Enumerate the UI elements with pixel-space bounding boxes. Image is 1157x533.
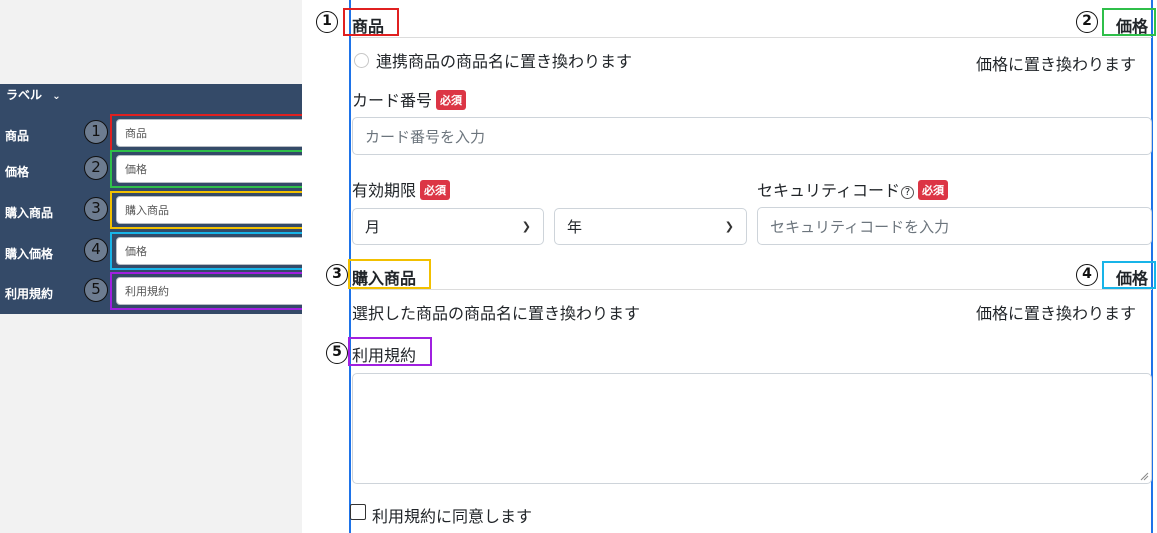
- agree-checkbox[interactable]: [350, 504, 366, 520]
- panel-row-label: 購入商品: [5, 206, 54, 220]
- product-label-input[interactable]: [116, 119, 316, 147]
- purchase-price-description: 価格に置き換わります: [976, 304, 1137, 323]
- marker-3-icon: 3: [326, 264, 348, 286]
- panel-row-terms: 利用規約 5: [0, 272, 322, 312]
- security-label-row: セキュリティコード? 必須: [757, 177, 949, 201]
- required-badge: 必須: [420, 180, 451, 200]
- security-code-placeholder: セキュリティコードを入力: [770, 217, 950, 236]
- required-badge: 必須: [436, 90, 467, 110]
- product-description: 連携商品の商品名に置き換わります: [376, 52, 633, 71]
- panel-row-purchase-price: 購入価格 4: [0, 232, 322, 272]
- price-label-input[interactable]: [116, 155, 316, 183]
- price-heading: 価格: [1116, 17, 1149, 36]
- card-number-label: カード番号: [352, 91, 433, 110]
- divider: [352, 37, 1152, 38]
- year-select[interactable]: 年 ❯: [554, 208, 747, 245]
- label-settings-panel: ラベル ⌄ 商品 1 価格 2 購入商品 3 購入価格 4: [0, 84, 322, 314]
- help-icon[interactable]: ?: [901, 186, 915, 199]
- purchase-product-description: 選択した商品の商品名に置き換わります: [352, 304, 641, 323]
- divider: [352, 289, 1152, 290]
- panel-row-label: 利用規約: [5, 287, 54, 301]
- marker-4-icon: 4: [84, 238, 108, 262]
- screenshot-stage: ラベル ⌄ 商品 1 価格 2 購入商品 3 購入価格 4: [0, 0, 1157, 533]
- card-number-input[interactable]: カード番号を入力: [352, 117, 1152, 155]
- expiry-label: 有効期限: [352, 181, 417, 200]
- panel-row-price: 価格 2: [0, 150, 322, 190]
- required-badge: 必須: [918, 180, 949, 200]
- month-select[interactable]: 月 ❯: [352, 208, 544, 245]
- expiry-label-row: 有効期限 必須: [352, 177, 451, 201]
- chevron-down-icon: ❯: [724, 220, 734, 233]
- panel-row-product: 商品 1: [0, 114, 322, 154]
- marker-4-icon: 4: [1076, 264, 1098, 286]
- marker-2-icon: 2: [84, 156, 108, 180]
- terms-label-input[interactable]: [116, 277, 316, 305]
- marker-3-icon: 3: [84, 197, 108, 221]
- panel-row-label: 価格: [5, 165, 30, 179]
- marker-5-icon: 5: [326, 342, 348, 364]
- chevron-down-icon: ⌄: [52, 91, 61, 102]
- security-code-label: セキュリティコード: [757, 181, 901, 200]
- purchase-price-heading: 価格: [1116, 269, 1149, 288]
- purchase-product-label-input[interactable]: [116, 196, 316, 224]
- panel-row-label: 商品: [5, 129, 30, 143]
- product-heading: 商品: [352, 17, 385, 36]
- resize-handle-icon[interactable]: [1139, 471, 1149, 481]
- chevron-down-icon: ❯: [521, 220, 531, 233]
- product-radio[interactable]: [354, 53, 369, 68]
- terms-heading: 利用規約: [352, 346, 417, 365]
- terms-textarea[interactable]: [352, 373, 1152, 484]
- card-number-label-row: カード番号 必須: [352, 87, 467, 111]
- panel-row-label: 購入価格: [5, 247, 54, 261]
- card-number-placeholder: カード番号を入力: [365, 127, 486, 146]
- marker-5-icon: 5: [84, 278, 108, 302]
- panel-header[interactable]: ラベル ⌄: [6, 86, 61, 103]
- marker-1-icon: 1: [84, 120, 108, 144]
- year-select-value: 年: [567, 218, 583, 236]
- agree-label[interactable]: 利用規約に同意します: [372, 503, 532, 527]
- panel-row-purchase-product: 購入商品 3: [0, 191, 322, 231]
- month-select-value: 月: [365, 218, 381, 236]
- panel-header-label: ラベル: [6, 88, 43, 102]
- purchase-product-heading: 購入商品: [352, 269, 417, 288]
- security-code-input[interactable]: セキュリティコードを入力: [757, 207, 1152, 245]
- marker-2-icon: 2: [1076, 11, 1098, 33]
- marker-1-icon: 1: [316, 11, 338, 33]
- price-description: 価格に置き換わります: [976, 55, 1137, 74]
- purchase-price-label-input[interactable]: [116, 237, 316, 265]
